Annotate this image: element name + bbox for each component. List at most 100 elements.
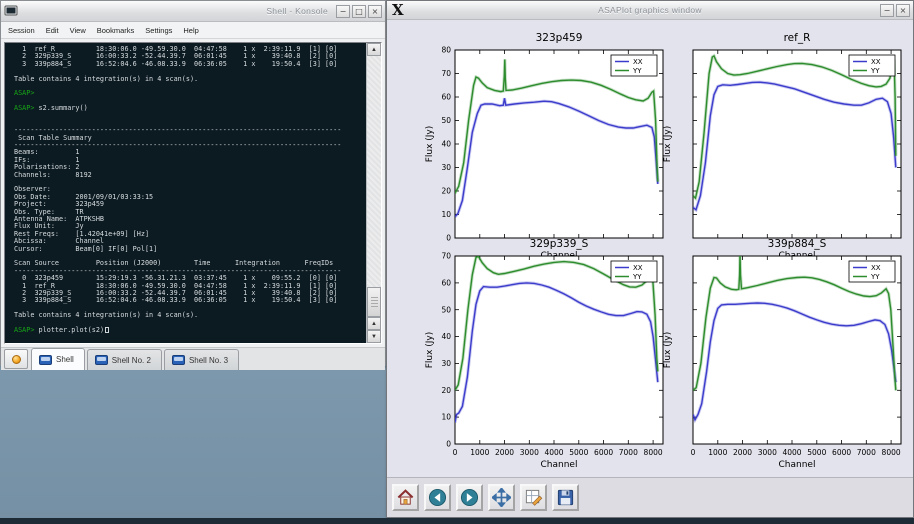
close-button[interactable]: × — [896, 4, 910, 17]
svg-text:8000: 8000 — [644, 448, 663, 457]
svg-text:XX: XX — [633, 58, 643, 66]
svg-text:60: 60 — [441, 279, 451, 288]
svg-text:5000: 5000 — [569, 448, 588, 457]
tab-shell-3[interactable]: Shell No. 3 — [164, 349, 239, 370]
svg-text:0: 0 — [691, 448, 696, 457]
tab-label: Shell No. 2 — [112, 356, 151, 365]
svg-text:30: 30 — [441, 359, 451, 368]
asaplot-window: X ASAPlot graphics window − × 323p459 0 10… — [386, 0, 914, 518]
menu-settings[interactable]: Settings — [145, 26, 172, 35]
subplots-icon — [524, 488, 543, 507]
svg-text:3000: 3000 — [758, 448, 777, 457]
svg-text:1000: 1000 — [708, 448, 727, 457]
terminal-line — [14, 83, 366, 90]
svg-text:6000: 6000 — [594, 448, 613, 457]
scrollbar[interactable]: ▲ ▲ ▼ — [366, 43, 381, 343]
svg-text:7000: 7000 — [857, 448, 876, 457]
subplots-button[interactable] — [520, 484, 547, 511]
terminal-line: Channels: 8192 — [14, 172, 366, 179]
terminal-output[interactable]: 1 ref_R 18:30:06.0 -49.59.30.0 04:47:58 … — [5, 43, 366, 343]
desktop: Shell - Konsole − □ × Session Edit View Boo… — [0, 0, 914, 524]
svg-text:80: 80 — [441, 46, 451, 55]
svg-text:YY: YY — [632, 67, 642, 75]
scroll-down-icon[interactable]: ▼ — [367, 330, 381, 343]
svg-text:XX: XX — [633, 264, 643, 272]
svg-text:60: 60 — [441, 93, 451, 102]
konsole-titlebar[interactable]: Shell - Konsole − □ × — [1, 1, 385, 22]
close-button[interactable]: × — [368, 5, 382, 18]
new-session-button[interactable] — [4, 349, 28, 369]
back-button[interactable] — [424, 484, 451, 511]
tab-shell-1[interactable]: Shell — [31, 348, 85, 370]
svg-text:2000: 2000 — [495, 448, 514, 457]
home-button[interactable] — [392, 484, 419, 511]
shell-icon — [95, 355, 108, 365]
terminal-line: ASAP> — [14, 90, 366, 97]
svg-text:Flux (Jy): Flux (Jy) — [425, 332, 435, 369]
minimize-button[interactable]: − — [880, 4, 894, 17]
svg-text:10: 10 — [441, 413, 451, 422]
pan-icon — [492, 488, 511, 507]
shell-icon — [172, 355, 185, 365]
menu-help[interactable]: Help — [183, 26, 198, 35]
minimize-button[interactable]: − — [336, 5, 350, 18]
forward-icon — [460, 488, 479, 507]
svg-text:40: 40 — [441, 140, 451, 149]
konsole-window: Shell - Konsole − □ × Session Edit View Boo… — [0, 0, 386, 366]
terminal-frame: 1 ref_R 18:30:06.0 -49.59.30.0 04:47:58 … — [4, 42, 382, 344]
tab-label: Shell No. 3 — [189, 356, 228, 365]
svg-text:6000: 6000 — [832, 448, 851, 457]
figure-canvas[interactable]: 323p45901020304050607080XXYYFlux (Jy)Cha… — [387, 20, 913, 477]
svg-text:0: 0 — [453, 448, 458, 457]
save-icon — [556, 488, 575, 507]
subplot-grid: 323p45901020304050607080XXYYFlux (Jy)Cha… — [387, 20, 913, 477]
terminal-line: ASAP> plotter.plot(s2) — [14, 327, 366, 334]
forward-button[interactable] — [456, 484, 483, 511]
terminal-cursor — [105, 327, 109, 333]
new-session-icon — [12, 355, 21, 364]
menu-view[interactable]: View — [70, 26, 86, 35]
asaplot-title: ASAPlot graphics window — [387, 5, 913, 15]
svg-text:40: 40 — [441, 332, 451, 341]
svg-text:Flux (Jy): Flux (Jy) — [663, 126, 673, 163]
tab-shell-2[interactable]: Shell No. 2 — [87, 349, 162, 370]
terminal-line: Table contains 4 integration(s) in 4 sca… — [14, 312, 366, 319]
menu-edit[interactable]: Edit — [46, 26, 59, 35]
scrollbar-track[interactable] — [367, 56, 381, 317]
scrollbar-thumb[interactable] — [367, 287, 381, 317]
konsole-title: Shell - Konsole — [266, 6, 328, 16]
tab-bar: Shell Shell No. 2 Shell No. 3 — [1, 347, 385, 370]
svg-text:20: 20 — [441, 386, 451, 395]
maximize-button[interactable]: □ — [352, 5, 366, 18]
svg-text:Flux (Jy): Flux (Jy) — [425, 126, 435, 163]
menu-bar: Session Edit View Bookmarks Settings Help — [1, 22, 385, 39]
plot-toolbar — [387, 477, 913, 517]
konsole-icon — [4, 5, 18, 17]
svg-text:329p339_S: 329p339_S — [530, 238, 589, 250]
svg-text:0: 0 — [446, 440, 451, 449]
scroll-up2-icon[interactable]: ▲ — [367, 317, 381, 330]
svg-text:1000: 1000 — [470, 448, 489, 457]
svg-text:50: 50 — [441, 116, 451, 125]
svg-text:YY: YY — [870, 273, 880, 281]
terminal-line: ASAP> s2.summary() — [14, 105, 366, 112]
terminal-line: 3 339p884_S 16:52:04.6 -46.08.33.9 06:36… — [14, 297, 366, 304]
terminal-line: 3 339p884_S 16:52:04.6 -46.08.33.9 06:36… — [14, 61, 366, 68]
shell-icon — [39, 355, 52, 365]
pan-button[interactable] — [488, 484, 515, 511]
asaplot-titlebar[interactable]: X ASAPlot graphics window − × — [387, 1, 913, 20]
svg-text:70: 70 — [441, 69, 451, 78]
svg-text:323p459: 323p459 — [536, 32, 583, 44]
svg-text:50: 50 — [441, 305, 451, 314]
menu-bookmarks[interactable]: Bookmarks — [97, 26, 135, 35]
tab-label: Shell — [56, 355, 74, 364]
svg-text:Channel: Channel — [779, 460, 816, 470]
svg-text:8000: 8000 — [882, 448, 901, 457]
svg-text:3000: 3000 — [520, 448, 539, 457]
menu-session[interactable]: Session — [8, 26, 35, 35]
save-button[interactable] — [552, 484, 579, 511]
scroll-up-icon[interactable]: ▲ — [367, 43, 381, 56]
svg-text:XX: XX — [871, 58, 881, 66]
svg-text:4000: 4000 — [782, 448, 801, 457]
svg-text:70: 70 — [441, 252, 451, 261]
